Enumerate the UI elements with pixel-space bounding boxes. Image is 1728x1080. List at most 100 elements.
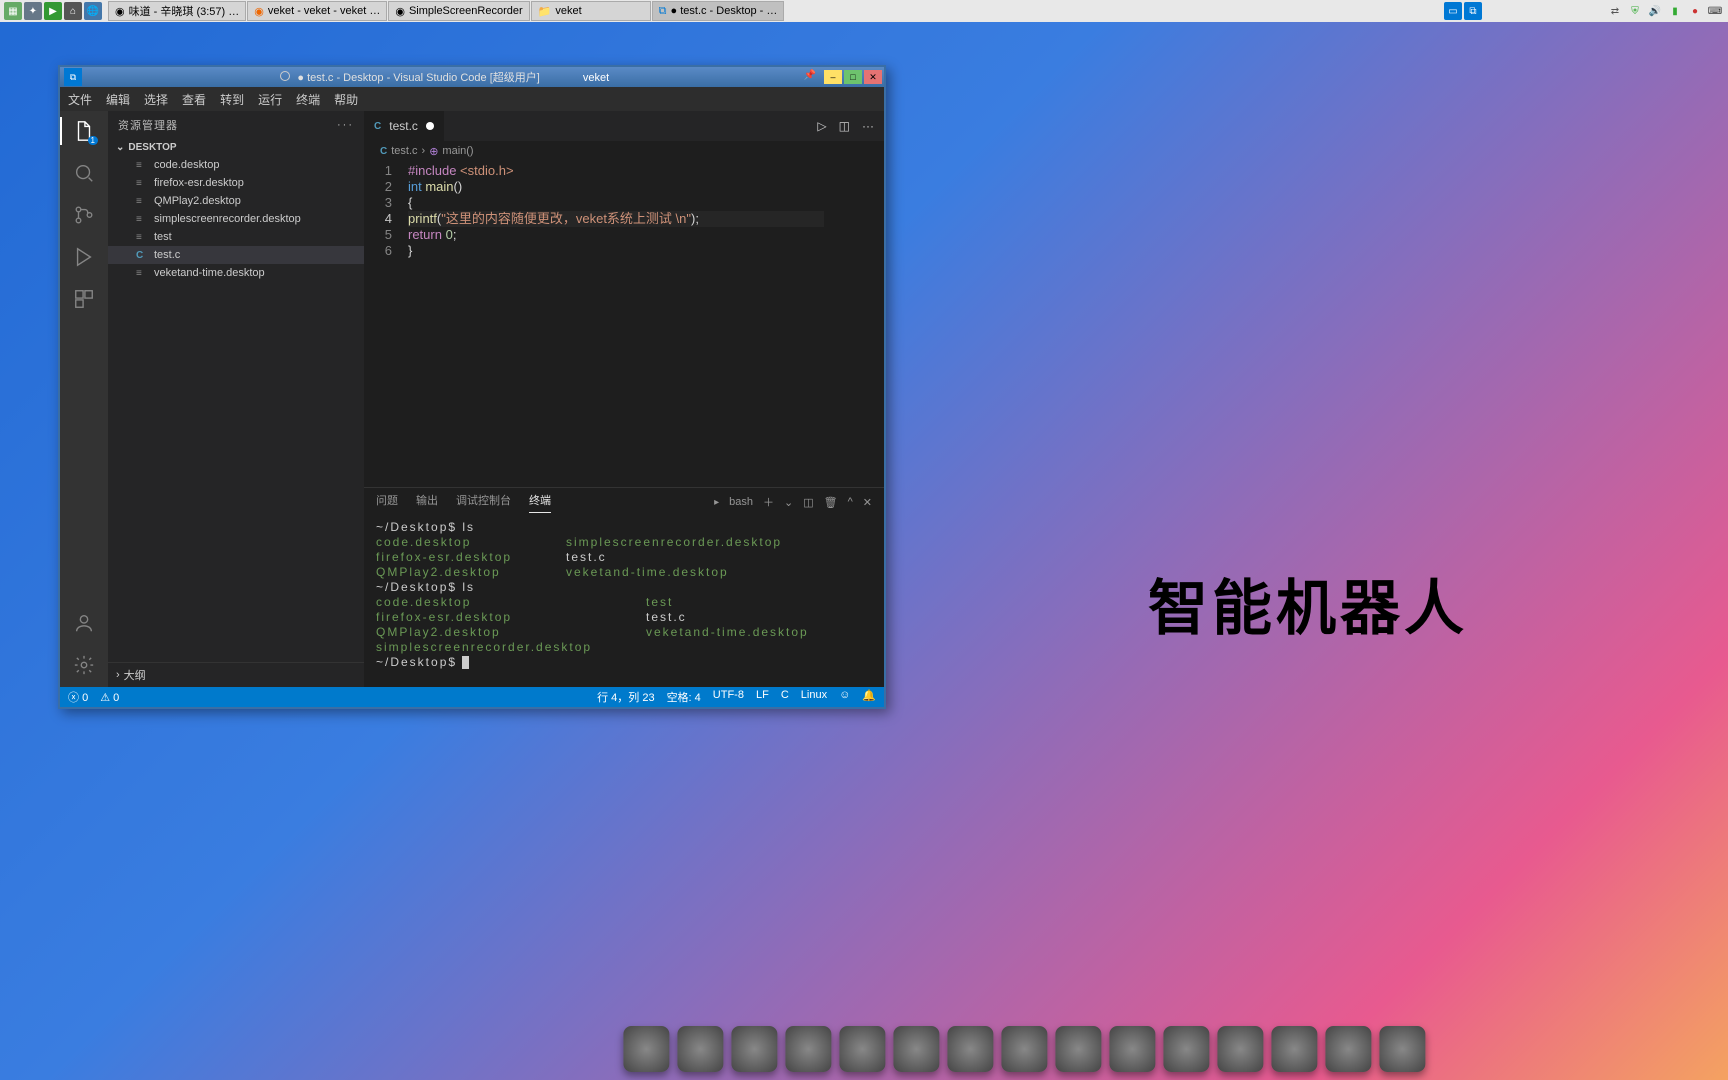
dock-app-icon[interactable]	[623, 1026, 669, 1072]
terminal-output[interactable]: ~/Desktop$ ls code.desktopsimplescreenre…	[364, 516, 884, 687]
status-warnings[interactable]: ⚠ 0	[100, 691, 119, 704]
editor-tab[interactable]: C test.c	[364, 111, 444, 141]
launcher-icon[interactable]: 🌐	[84, 2, 102, 20]
menubar: 文件 编辑 选择 查看 转到 运行 终端 帮助	[60, 87, 884, 111]
file-item[interactable]: ≡QMPlay2.desktop	[108, 192, 364, 210]
menu-run[interactable]: 运行	[258, 91, 282, 108]
dock-app-icon[interactable]	[1163, 1026, 1209, 1072]
tray-icon[interactable]: ⧉	[1464, 2, 1482, 20]
pin-icon[interactable]: 📌	[804, 70, 816, 84]
minimap[interactable]	[824, 161, 884, 487]
taskbar-window[interactable]: ◉veket - veket - veket …	[247, 1, 387, 21]
taskbar-window[interactable]: ◉味道 - 辛晓琪 (3:57) …	[108, 1, 246, 21]
dock-app-icon[interactable]	[1109, 1026, 1155, 1072]
dock-app-icon[interactable]	[1271, 1026, 1317, 1072]
taskbar-launchers: ▦ ✦ ▶ ⌂ 🌐	[0, 2, 106, 20]
status-os[interactable]: Linux	[801, 689, 827, 705]
explorer-more-icon[interactable]: ···	[337, 119, 354, 131]
dock-app-icon[interactable]	[1217, 1026, 1263, 1072]
minimize-button[interactable]: –	[824, 70, 842, 84]
file-item[interactable]: Ctest.c	[108, 246, 364, 264]
split-icon[interactable]: ◫	[839, 119, 850, 133]
os-taskbar: ▦ ✦ ▶ ⌂ 🌐 ◉味道 - 辛晓琪 (3:57) … ◉veket - ve…	[0, 0, 1728, 22]
terminal-shell-icon[interactable]: ▸	[714, 497, 719, 508]
launcher-icon[interactable]: ✦	[24, 2, 42, 20]
code-editor[interactable]: 123456 #include <stdio.h> int main() { p…	[364, 161, 884, 487]
source-control-icon[interactable]	[72, 203, 96, 227]
status-language[interactable]: C	[781, 689, 789, 705]
more-icon[interactable]: ···	[862, 119, 874, 133]
outline-header[interactable]: › 大纲	[108, 662, 364, 687]
dock-app-icon[interactable]	[731, 1026, 777, 1072]
maximize-button[interactable]: □	[844, 70, 862, 84]
status-feedback-icon[interactable]: ☺	[839, 689, 850, 705]
breadcrumb[interactable]: C test.c › ⊕ main()	[364, 141, 884, 161]
dock-app-icon[interactable]	[1379, 1026, 1425, 1072]
tray-network-icon[interactable]: ⇄	[1606, 2, 1624, 20]
tray-record-icon[interactable]: ●	[1686, 2, 1704, 20]
tray-volume-icon[interactable]: 🔊	[1646, 2, 1664, 20]
modified-dot-icon	[426, 122, 434, 130]
dock-app-icon[interactable]	[1001, 1026, 1047, 1072]
extensions-icon[interactable]	[72, 287, 96, 311]
file-item[interactable]: ≡code.desktop	[108, 156, 364, 174]
c-file-icon: C	[374, 121, 381, 132]
run-debug-icon[interactable]	[72, 245, 96, 269]
menu-terminal[interactable]: 终端	[296, 91, 320, 108]
file-item[interactable]: ≡firefox-esr.desktop	[108, 174, 364, 192]
tray-shield-icon[interactable]: ⛨	[1626, 2, 1644, 20]
taskbar-window[interactable]: ⧉● test.c - Desktop - …	[652, 1, 785, 21]
menu-go[interactable]: 转到	[220, 91, 244, 108]
status-cursor-pos[interactable]: 行 4，列 23	[597, 689, 654, 705]
window-titlebar[interactable]: ⧉ ● test.c - Desktop - Visual Studio Cod…	[60, 67, 884, 87]
launcher-icon[interactable]: ▦	[4, 2, 22, 20]
panel-tab-debug[interactable]: 调试控制台	[456, 492, 511, 512]
account-icon[interactable]	[72, 611, 96, 635]
menu-edit[interactable]: 编辑	[106, 91, 130, 108]
panel-tab-output[interactable]: 输出	[416, 492, 438, 512]
launcher-icon[interactable]: ⌂	[64, 2, 82, 20]
terminal-dropdown-icon[interactable]: ⌄	[784, 496, 793, 509]
dock-app-icon[interactable]	[893, 1026, 939, 1072]
panel-tab-problems[interactable]: 问题	[376, 492, 398, 512]
tray-icon[interactable]: ▭	[1444, 2, 1462, 20]
dock-app-icon[interactable]	[677, 1026, 723, 1072]
terminal-shell-name[interactable]: bash	[729, 496, 753, 508]
new-terminal-icon[interactable]: ＋	[763, 494, 774, 510]
dock-app-icon[interactable]	[1325, 1026, 1371, 1072]
status-encoding[interactable]: UTF-8	[713, 689, 744, 705]
status-eol[interactable]: LF	[756, 689, 769, 705]
status-bell-icon[interactable]: 🔔	[862, 689, 876, 705]
file-item[interactable]: ≡test	[108, 228, 364, 246]
dock-app-icon[interactable]	[785, 1026, 831, 1072]
menu-view[interactable]: 查看	[182, 91, 206, 108]
status-indent[interactable]: 空格: 4	[667, 689, 701, 705]
maximize-panel-icon[interactable]: ^	[848, 496, 853, 508]
taskbar-window[interactable]: ◉SimpleScreenRecorder	[388, 1, 529, 21]
file-item[interactable]: ≡veketand-time.desktop	[108, 264, 364, 282]
dock-app-icon[interactable]	[947, 1026, 993, 1072]
menu-selection[interactable]: 选择	[144, 91, 168, 108]
tray-battery-icon[interactable]: ▮	[1666, 2, 1684, 20]
trash-icon[interactable]: 🗑	[824, 496, 838, 509]
panel-tab-terminal[interactable]: 终端	[529, 492, 551, 513]
folder-header[interactable]: ⌄ DESKTOP	[108, 139, 364, 156]
run-icon[interactable]: ▷	[817, 119, 826, 133]
status-errors[interactable]: ⓧ 0	[68, 689, 88, 705]
settings-icon[interactable]	[72, 653, 96, 677]
menu-file[interactable]: 文件	[68, 91, 92, 108]
dock-app-icon[interactable]	[839, 1026, 885, 1072]
chevron-down-icon: ⌄	[116, 142, 124, 153]
close-button[interactable]: ✕	[864, 70, 882, 84]
menu-help[interactable]: 帮助	[334, 91, 358, 108]
file-item[interactable]: ≡simplescreenrecorder.desktop	[108, 210, 364, 228]
explorer-icon[interactable]: 1	[72, 119, 96, 143]
tray-keyboard-icon[interactable]: ⌨	[1706, 2, 1724, 20]
close-panel-icon[interactable]: ✕	[863, 496, 872, 509]
launcher-icon[interactable]: ▶	[44, 2, 62, 20]
activity-bar: 1	[60, 111, 108, 687]
dock-app-icon[interactable]	[1055, 1026, 1101, 1072]
split-terminal-icon[interactable]: ◫	[803, 496, 813, 509]
taskbar-window[interactable]: 📁veket	[531, 1, 651, 21]
search-icon[interactable]	[72, 161, 96, 185]
